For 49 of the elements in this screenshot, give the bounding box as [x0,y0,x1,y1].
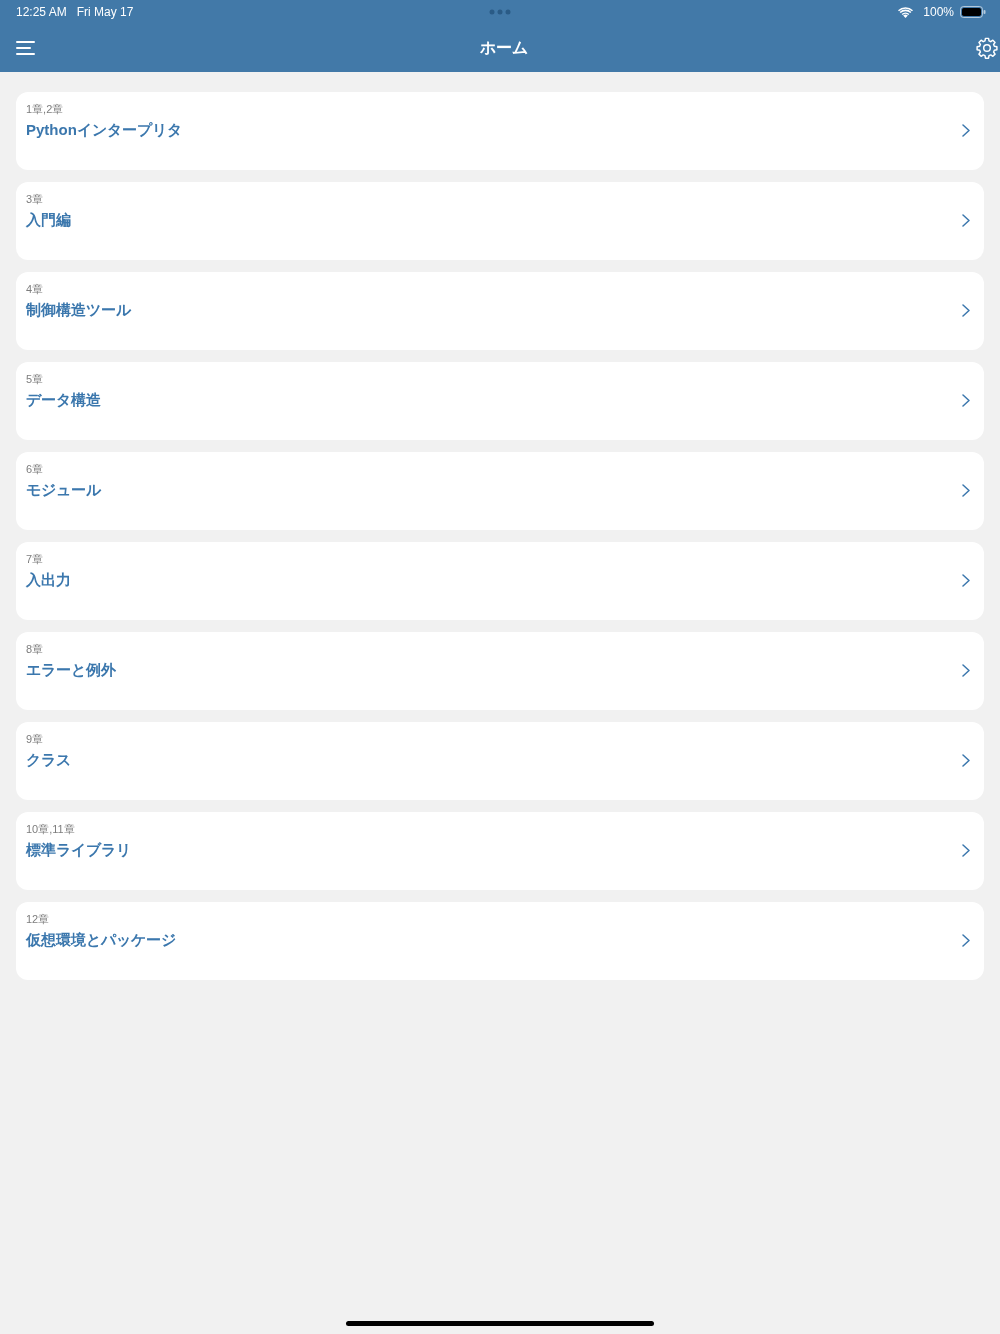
chapter-list-item[interactable]: 1章,2章 Pythonインタープリタ [16,92,984,170]
chapter-list-item[interactable]: 8章 エラーと例外 [16,632,984,710]
chapter-list-item[interactable]: 5章 データ構造 [16,362,984,440]
nav-title: ホーム [478,37,529,58]
chapter-title: 仮想環境とパッケージ [26,930,176,950]
chapter-list-item[interactable]: 3章 入門編 [16,182,984,260]
chapter-list-item[interactable]: 9章 クラス [16,722,984,800]
chevron-right-icon [962,214,970,227]
battery-icon [960,6,986,18]
wifi-icon [898,6,914,18]
chevron-right-icon [962,304,970,317]
settings-button[interactable] [976,37,998,59]
chapter-number: 12章 [26,912,50,926]
chapter-number: 1章,2章 [26,102,64,116]
chapter-title: クラス [26,750,71,770]
chapter-list-item[interactable]: 7章 入出力 [16,542,984,620]
chevron-right-icon [962,934,970,947]
chevron-right-icon [962,574,970,587]
chevron-right-icon [962,484,970,497]
chevron-right-icon [962,664,970,677]
chapter-title: 入門編 [26,210,71,230]
chapter-number: 5章 [26,372,44,386]
chapter-title: データ構造 [26,390,101,410]
chapter-list-item[interactable]: 4章 制御構造ツール [16,272,984,350]
chapter-title: 標準ライブラリ [26,840,131,860]
chapter-list-item[interactable]: 12章 仮想環境とパッケージ [16,902,984,980]
chapter-number: 4章 [26,282,44,296]
chapter-number: 8章 [26,642,44,656]
chevron-right-icon [962,844,970,857]
chevron-right-icon [962,754,970,767]
chapter-number: 9章 [26,732,44,746]
chapter-number: 10章,11章 [26,822,75,836]
chapter-title: Pythonインタープリタ [26,120,182,140]
status-time: 12:25 AM [16,5,67,19]
battery-percent: 100% [923,5,954,19]
chapter-title: エラーと例外 [26,660,116,680]
chapter-number: 6章 [26,462,44,476]
chapter-title: 制御構造ツール [26,300,131,320]
status-date: Fri May 17 [76,5,134,19]
chevron-right-icon [962,394,970,407]
chevron-right-icon [962,124,970,137]
menu-button[interactable] [16,41,35,55]
chapter-list-item[interactable]: 6章 モジュール [16,452,984,530]
chapter-list-item[interactable]: 10章,11章 標準ライブラリ [16,812,984,890]
multitasking-dots-icon[interactable] [489,9,511,15]
chapter-number: 7章 [26,552,44,566]
chapter-number: 3章 [26,192,44,206]
chapter-title: 入出力 [26,570,71,590]
chapter-title: モジュール [26,480,101,500]
